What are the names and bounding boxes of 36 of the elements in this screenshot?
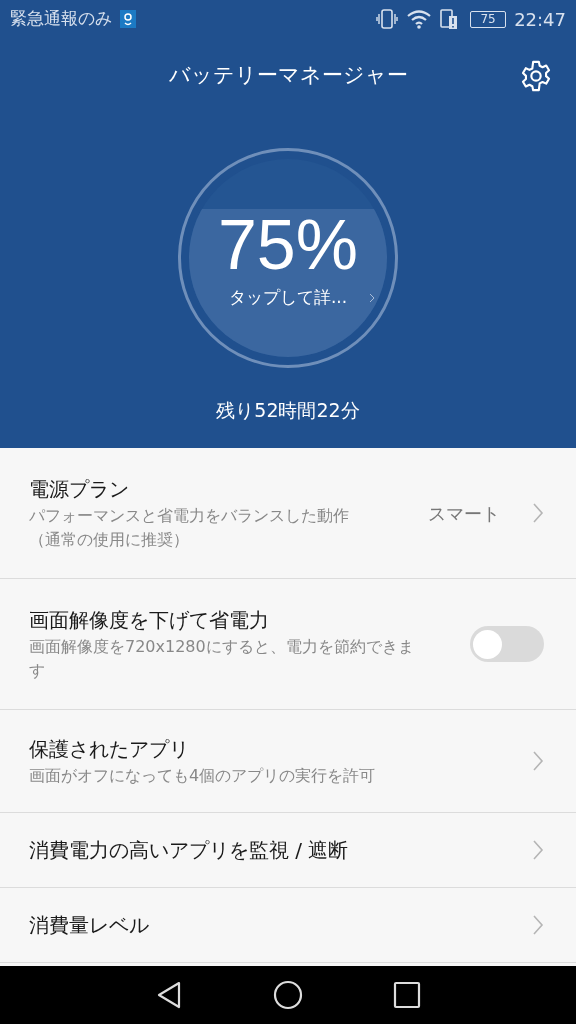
remaining-time: 残り52時間22分 — [216, 398, 360, 423]
setting-title: 保護されたアプリ — [29, 736, 190, 763]
battery-percent: 75% — [217, 205, 359, 286]
setting-title: 消費量レベル — [29, 912, 150, 939]
chevron-icon — [532, 502, 544, 524]
carrier-text: 緊急通報のみ — [10, 7, 112, 31]
wifi-icon — [406, 9, 433, 29]
settings-row[interactable]: 電源プラン パフォーマンスと省電力をバランスした動作（通常の使用に推奨） スマート — [0, 448, 576, 579]
setting-value: スマート — [428, 501, 500, 526]
battery-gauge[interactable]: 75% タップして詳... — [178, 148, 398, 368]
settings-row[interactable]: 保護されたアプリ 画面がオフになっても4個のアプリの実行を許可 — [0, 710, 576, 813]
chevron-icon — [532, 839, 544, 861]
setting-title: 電源プラン — [29, 476, 130, 503]
notification-icon — [120, 10, 136, 28]
chevron-icon — [532, 750, 544, 772]
clock-text: 22:47 — [514, 7, 566, 32]
back-icon[interactable] — [155, 980, 183, 1010]
vibrate-icon — [376, 9, 399, 29]
home-icon[interactable] — [273, 980, 303, 1010]
details-text: タップして詳... — [228, 286, 348, 310]
settings-row[interactable]: 消費電力の高いアプリを監視 / 遮断 — [0, 813, 576, 888]
setting-title: 消費電力の高いアプリを監視 / 遮断 — [29, 837, 350, 864]
setting-description: 画面解像度を720x1280にすると、電力を節約できます — [29, 636, 415, 682]
setting-title: 画面解像度を下げて省電力 — [29, 607, 270, 634]
settings-row[interactable]: 画面解像度を下げて省電力 画面解像度を720x1280にすると、電力を節約できます — [0, 579, 576, 710]
setting-description: 画面がオフになっても4個のアプリの実行を許可 — [29, 765, 377, 787]
sim-alert-icon — [440, 9, 459, 29]
settings-row[interactable]: 消費量レベル — [0, 888, 576, 963]
chevron-icon — [532, 914, 544, 936]
setting-description: パフォーマンスと省電力をバランスした動作（通常の使用に推奨） — [29, 505, 350, 551]
chevron-icon — [369, 293, 376, 303]
toggle-switch[interactable] — [470, 626, 544, 662]
settings-icon[interactable] — [519, 59, 553, 93]
battery-indicator: 75 — [470, 10, 507, 28]
page-title: バッテリーマネージャー — [168, 62, 408, 90]
recents-icon[interactable] — [393, 981, 421, 1009]
